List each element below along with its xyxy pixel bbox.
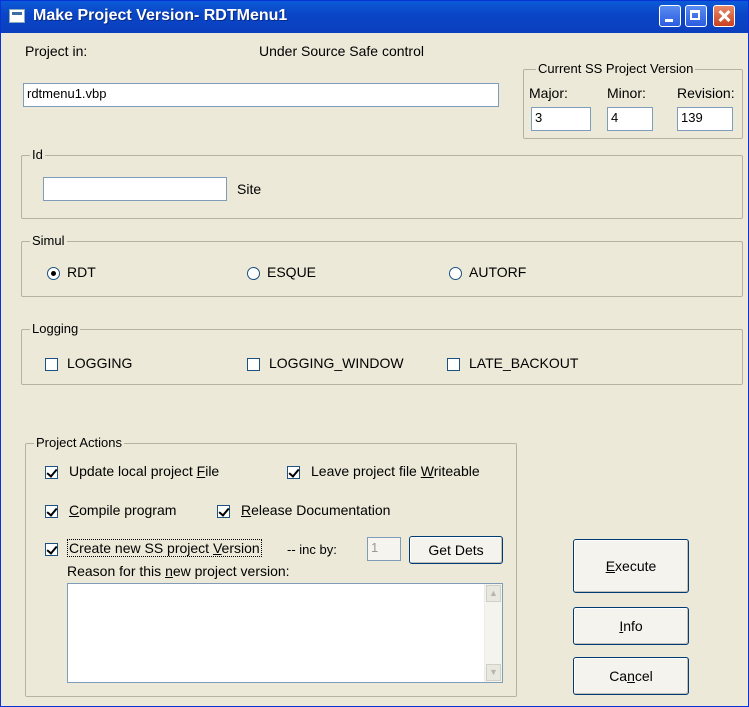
simul-legend: Simul [30,233,67,248]
update-project-file-label[interactable]: Update local project File [69,463,219,479]
maximize-button[interactable] [685,5,707,27]
inc-by-label: -- inc by: [287,542,337,557]
logging-legend: Logging [30,321,81,336]
logging-label[interactable]: LOGGING [67,355,132,371]
execute-button[interactable]: Execute [573,539,689,593]
late-backout-checkbox[interactable] [447,358,460,371]
title-bar[interactable]: Make Project Version- RDTMenu1 [1,1,748,33]
inc-by-input[interactable]: 1 [367,537,401,561]
close-button[interactable] [713,5,735,27]
simul-rdt-radio[interactable] [47,267,60,280]
site-input[interactable] [43,177,227,201]
window-title: Make Project Version- RDTMenu1 [33,7,288,24]
project-file-input[interactable]: rdtmenu1.vbp [23,83,499,107]
create-version-label[interactable]: Create new SS project Version [67,539,262,557]
logging-checkbox[interactable] [45,358,58,371]
reason-scrollbar[interactable]: ▲ ▼ [484,584,502,682]
info-button[interactable]: Info [573,607,689,645]
get-dets-button[interactable]: Get Dets [409,536,503,564]
current-version-legend: Current SS Project Version [536,61,696,76]
reason-textarea[interactable]: ▲ ▼ [67,583,503,683]
minimize-button[interactable] [659,5,681,27]
revision-input[interactable]: 139 [677,107,733,131]
leave-writeable-label[interactable]: Leave project file Writeable [311,463,480,479]
simul-autorf-radio[interactable] [449,267,462,280]
compile-program-checkbox[interactable] [45,505,58,518]
revision-label: Revision: [677,85,735,101]
major-input[interactable]: 3 [531,107,591,131]
simul-esque-radio[interactable] [247,267,260,280]
leave-writeable-checkbox[interactable] [287,466,300,479]
simul-rdt-label[interactable]: RDT [67,264,96,280]
simul-autorf-label[interactable]: AUTORF [469,264,526,280]
project-in-label: Project in: [25,43,88,59]
minor-label: Minor: [607,85,646,101]
release-documentation-label[interactable]: Release Documentation [241,502,390,518]
source-safe-status: Under Source Safe control [259,43,424,59]
scroll-down-icon[interactable]: ▼ [486,664,501,681]
major-label: Major: [529,85,568,101]
compile-program-label[interactable]: Compile program [69,502,176,518]
simul-group: Simul [21,233,743,297]
logging-window-checkbox[interactable] [247,358,260,371]
late-backout-label[interactable]: LATE_BACKOUT [469,355,578,371]
release-documentation-checkbox[interactable] [217,505,230,518]
app-icon [9,9,25,23]
reason-label: Reason for this new project version: [67,563,290,579]
scroll-up-icon[interactable]: ▲ [486,585,501,602]
simul-esque-label[interactable]: ESQUE [267,264,316,280]
logging-window-label[interactable]: LOGGING_WINDOW [269,355,404,371]
minor-input[interactable]: 4 [607,107,653,131]
id-legend: Id [30,147,45,162]
project-actions-legend: Project Actions [34,435,124,450]
site-label: Site [237,181,262,197]
cancel-button[interactable]: Cancel [573,657,689,695]
update-project-file-checkbox[interactable] [45,466,58,479]
make-project-version-dialog: Make Project Version- RDTMenu1 Project i… [0,0,749,707]
create-version-checkbox[interactable] [45,543,58,556]
